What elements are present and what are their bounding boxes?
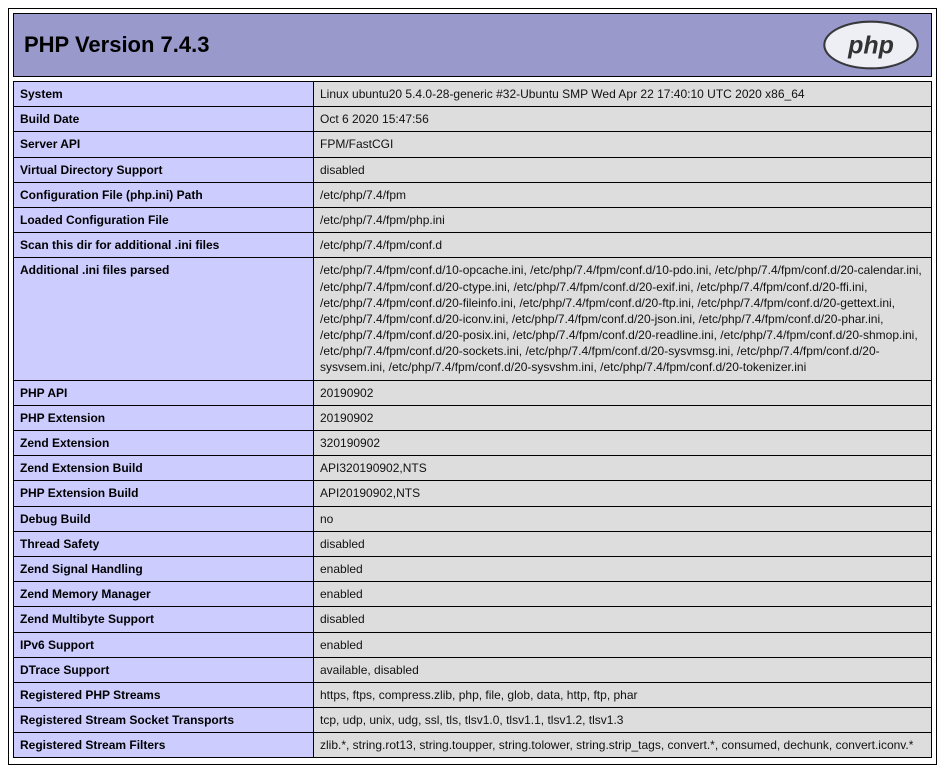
config-value: FPM/FastCGI — [314, 132, 932, 157]
config-label: Scan this dir for additional .ini files — [14, 233, 314, 258]
config-label: Additional .ini files parsed — [14, 258, 314, 380]
table-row: Zend Memory Managerenabled — [14, 582, 932, 607]
table-row: PHP API20190902 — [14, 380, 932, 405]
table-row: Configuration File (php.ini) Path/etc/ph… — [14, 182, 932, 207]
config-label: Registered PHP Streams — [14, 682, 314, 707]
config-label: Server API — [14, 132, 314, 157]
phpinfo-page: PHP Version 7.4.3 php SystemLinux ubuntu… — [8, 8, 937, 765]
php-logo-text: php — [847, 31, 894, 59]
table-row: Scan this dir for additional .ini files/… — [14, 233, 932, 258]
table-row: Registered Stream Socket Transportstcp, … — [14, 708, 932, 733]
config-label: Configuration File (php.ini) Path — [14, 182, 314, 207]
table-row: Build DateOct 6 2020 15:47:56 — [14, 107, 932, 132]
config-label: IPv6 Support — [14, 632, 314, 657]
config-label: Thread Safety — [14, 531, 314, 556]
config-label: Registered Stream Socket Transports — [14, 708, 314, 733]
config-value: Linux ubuntu20 5.4.0-28-generic #32-Ubun… — [314, 82, 932, 107]
config-value: API20190902,NTS — [314, 481, 932, 506]
config-table: SystemLinux ubuntu20 5.4.0-28-generic #3… — [13, 81, 932, 758]
config-label: PHP Extension — [14, 405, 314, 430]
config-value: tcp, udp, unix, udg, ssl, tls, tlsv1.0, … — [314, 708, 932, 733]
table-row: DTrace Supportavailable, disabled — [14, 657, 932, 682]
config-value: no — [314, 506, 932, 531]
config-value: enabled — [314, 556, 932, 581]
table-row: Server APIFPM/FastCGI — [14, 132, 932, 157]
config-label: Registered Stream Filters — [14, 733, 314, 758]
config-label: Zend Signal Handling — [14, 556, 314, 581]
table-row: Additional .ini files parsed/etc/php/7.4… — [14, 258, 932, 380]
table-row: Zend Extension320190902 — [14, 431, 932, 456]
config-label: Zend Multibyte Support — [14, 607, 314, 632]
table-row: Zend Signal Handlingenabled — [14, 556, 932, 581]
config-value: disabled — [314, 607, 932, 632]
config-value: zlib.*, string.rot13, string.toupper, st… — [314, 733, 932, 758]
config-label: DTrace Support — [14, 657, 314, 682]
config-value: disabled — [314, 531, 932, 556]
config-label: System — [14, 82, 314, 107]
config-value: Oct 6 2020 15:47:56 — [314, 107, 932, 132]
table-row: Thread Safetydisabled — [14, 531, 932, 556]
config-label: Debug Build — [14, 506, 314, 531]
table-row: Registered PHP Streamshttps, ftps, compr… — [14, 682, 932, 707]
config-value: /etc/php/7.4/fpm — [314, 182, 932, 207]
config-value: 320190902 — [314, 431, 932, 456]
config-value: disabled — [314, 157, 932, 182]
config-label: Virtual Directory Support — [14, 157, 314, 182]
config-label: Loaded Configuration File — [14, 207, 314, 232]
config-value: 20190902 — [314, 380, 932, 405]
config-label: Build Date — [14, 107, 314, 132]
table-row: Zend Extension BuildAPI320190902,NTS — [14, 456, 932, 481]
table-row: IPv6 Supportenabled — [14, 632, 932, 657]
table-row: PHP Extension20190902 — [14, 405, 932, 430]
table-row: Zend Multibyte Supportdisabled — [14, 607, 932, 632]
php-logo-icon: php — [821, 18, 921, 72]
config-value: /etc/php/7.4/fpm/conf.d/10-opcache.ini, … — [314, 258, 932, 380]
table-row: Registered Stream Filterszlib.*, string.… — [14, 733, 932, 758]
page-title: PHP Version 7.4.3 — [24, 32, 209, 58]
config-label: Zend Memory Manager — [14, 582, 314, 607]
table-row: Loaded Configuration File/etc/php/7.4/fp… — [14, 207, 932, 232]
config-value: https, ftps, compress.zlib, php, file, g… — [314, 682, 932, 707]
table-row: Debug Buildno — [14, 506, 932, 531]
config-value: available, disabled — [314, 657, 932, 682]
config-label: PHP Extension Build — [14, 481, 314, 506]
table-row: PHP Extension BuildAPI20190902,NTS — [14, 481, 932, 506]
table-row: Virtual Directory Supportdisabled — [14, 157, 932, 182]
config-label: Zend Extension — [14, 431, 314, 456]
header-bar: PHP Version 7.4.3 php — [13, 13, 932, 77]
config-value: /etc/php/7.4/fpm/conf.d — [314, 233, 932, 258]
config-value: API320190902,NTS — [314, 456, 932, 481]
config-value: 20190902 — [314, 405, 932, 430]
config-value: /etc/php/7.4/fpm/php.ini — [314, 207, 932, 232]
config-label: Zend Extension Build — [14, 456, 314, 481]
config-value: enabled — [314, 582, 932, 607]
table-row: SystemLinux ubuntu20 5.4.0-28-generic #3… — [14, 82, 932, 107]
config-label: PHP API — [14, 380, 314, 405]
config-value: enabled — [314, 632, 932, 657]
